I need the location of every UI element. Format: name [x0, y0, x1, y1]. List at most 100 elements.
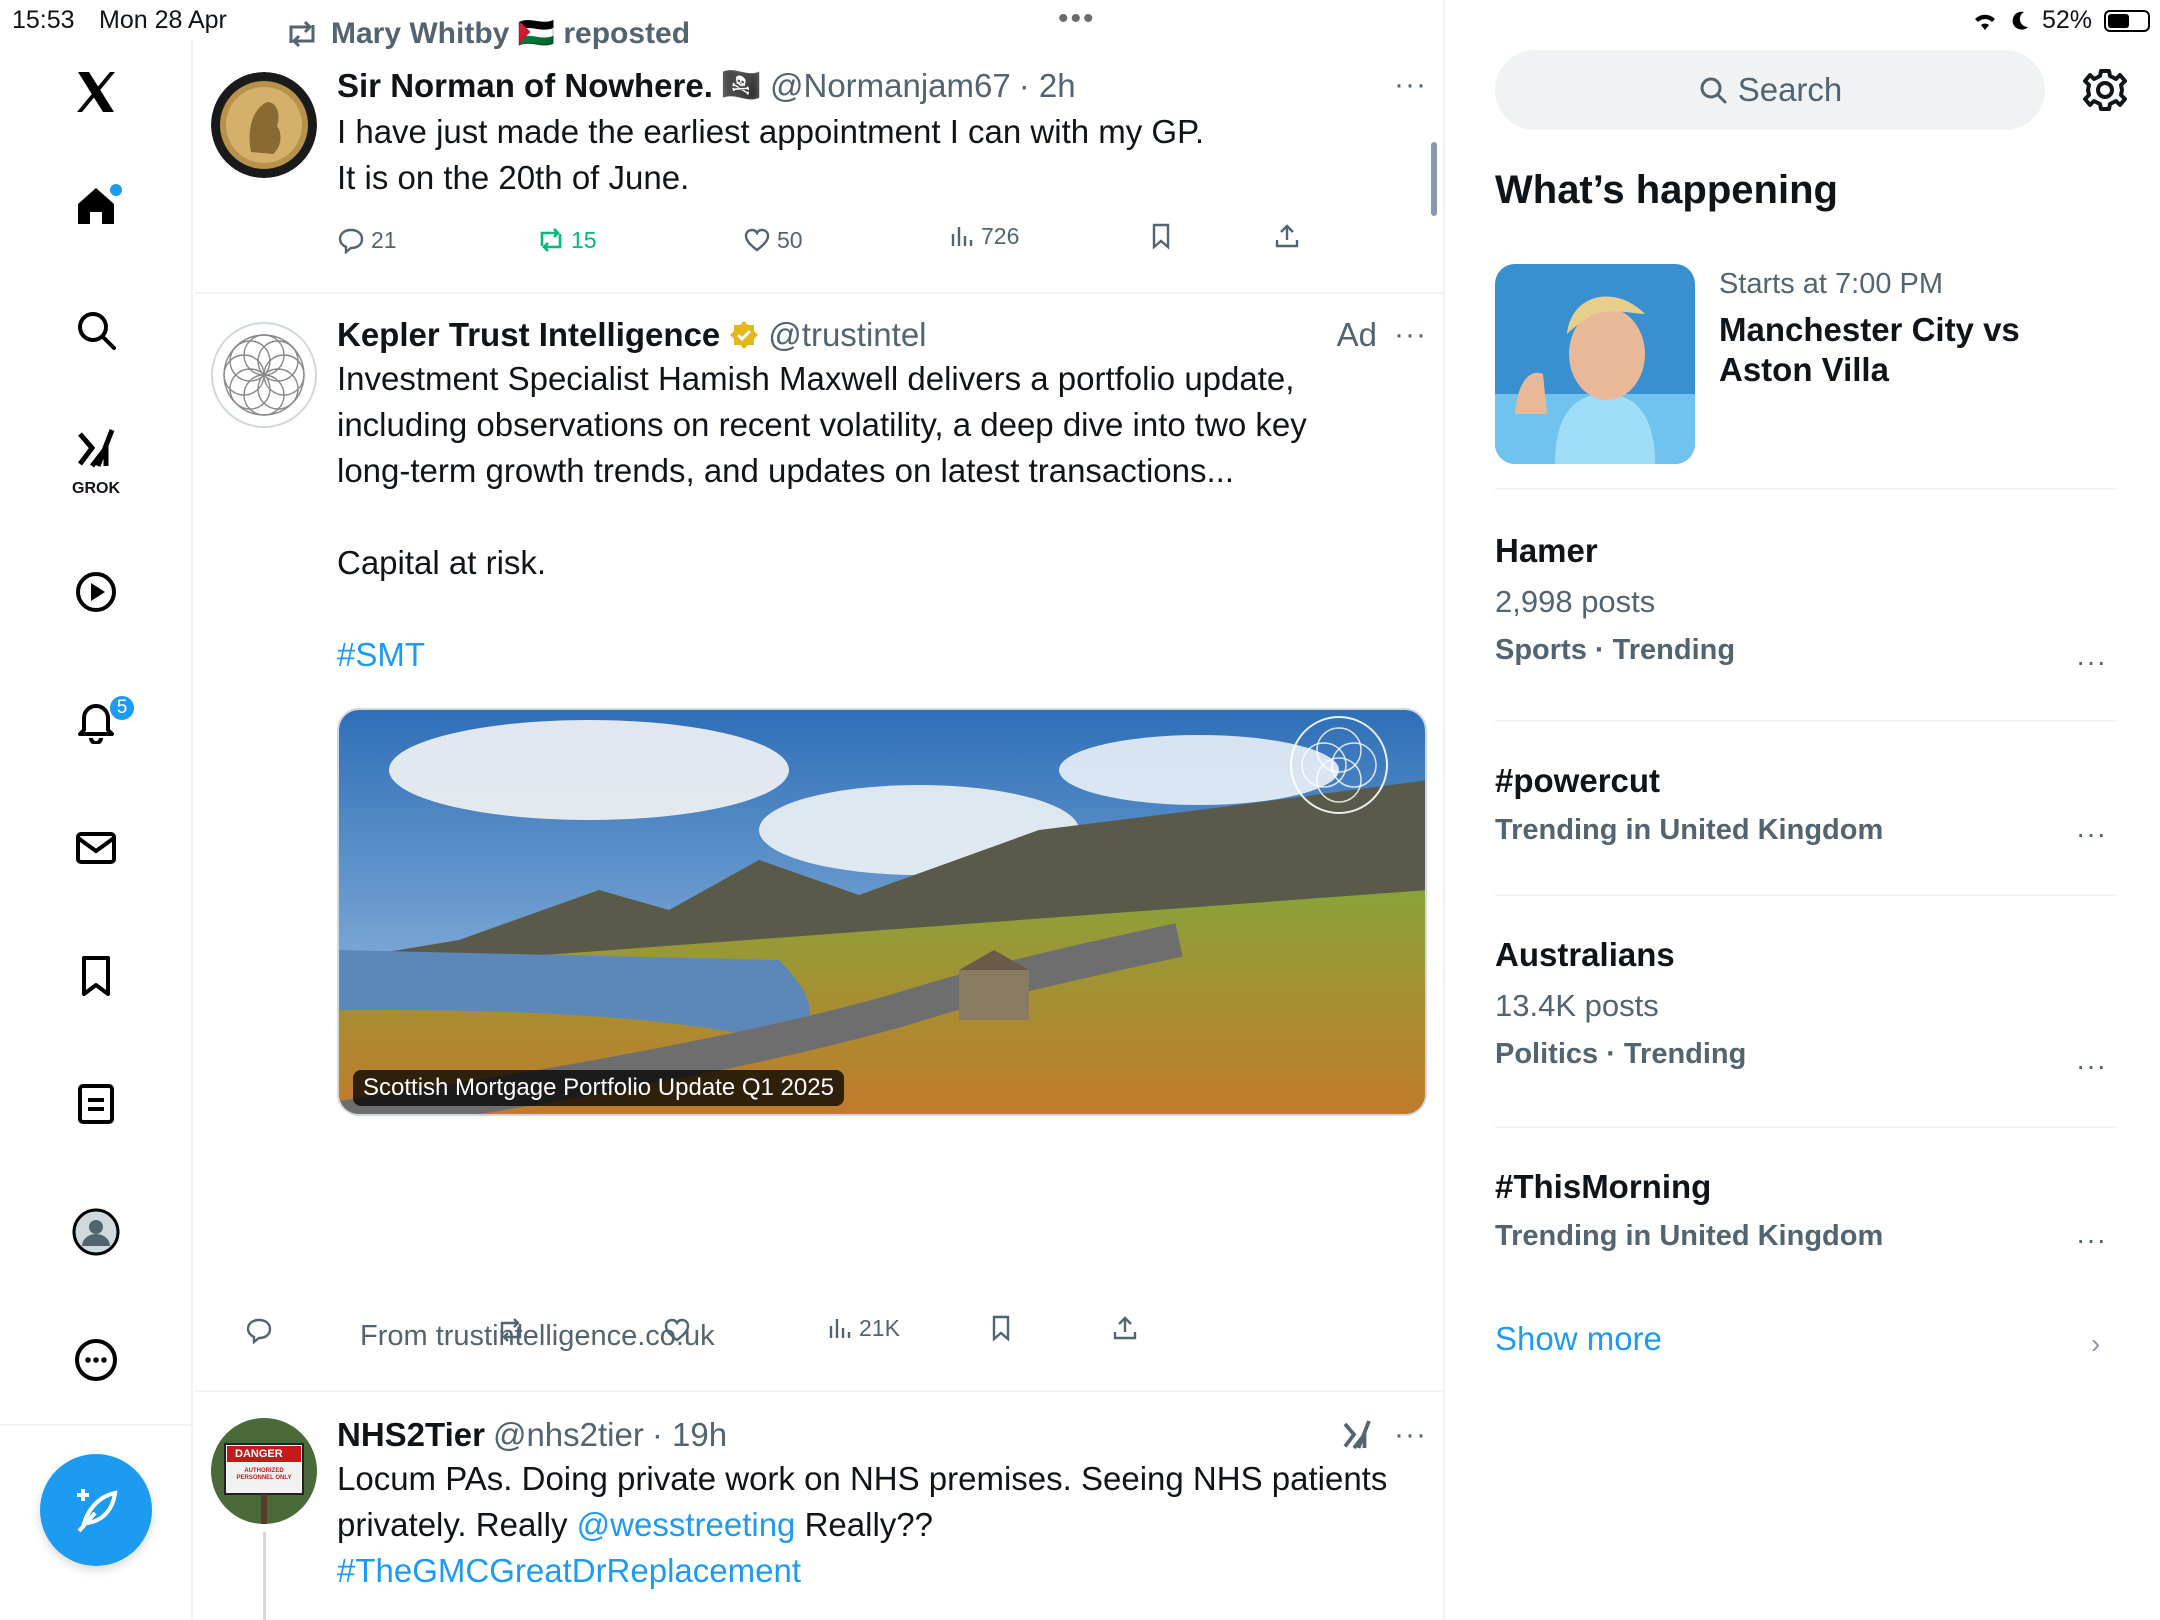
show-more-link[interactable]: Show more — [1495, 1320, 1662, 1358]
share-button[interactable] — [1111, 1314, 1139, 1342]
search-icon — [1700, 77, 1727, 104]
chevron-right-icon[interactable]: › — [2091, 1328, 2100, 1360]
like-button[interactable] — [663, 1316, 691, 1344]
bookmarks-icon[interactable] — [66, 946, 126, 1006]
post-header: Sir Norman of Nowhere. 🏴‍☠️ @Normanjam67… — [337, 66, 1427, 105]
trend-item[interactable]: Hamer 2,998 posts Sports · Trending ··· — [1495, 532, 2117, 677]
post-more-button[interactable]: ··· — [1394, 68, 1427, 102]
sign-title: DANGER — [235, 1448, 283, 1460]
compose-post-button[interactable] — [40, 1454, 152, 1566]
post-text-fragment: privately. Really — [337, 1506, 577, 1543]
post-more-button[interactable]: ··· — [1394, 1418, 1427, 1452]
post-text: Investment Specialist Hamish Maxwell del… — [337, 356, 1427, 678]
home-icon[interactable] — [66, 176, 126, 236]
post-time[interactable]: · 2h — [1019, 67, 1076, 105]
post-time[interactable]: · 19h — [652, 1416, 727, 1454]
sign-text: AUTHORIZED PERSONNEL ONLY — [236, 1468, 292, 1481]
trend-name: Hamer — [1495, 532, 1598, 569]
trend-count: 2,998 posts — [1495, 584, 1656, 619]
event-image — [1495, 264, 1695, 464]
post-actions: 21 15 50 726 — [195, 223, 1443, 266]
trend-item[interactable]: #ThisMorning Trending in United Kingdom … — [1495, 1168, 2117, 1256]
post-text-fragment: Really?? — [795, 1506, 933, 1543]
avatar[interactable] — [211, 322, 317, 428]
messages-icon[interactable] — [66, 818, 126, 878]
divider — [1495, 720, 2117, 722]
bookmark-icon — [1152, 223, 1170, 250]
divider — [1495, 1126, 2117, 1128]
trend-more-button[interactable]: ··· — [2076, 646, 2107, 678]
divider — [1495, 894, 2117, 896]
trend-category: Politics · Trending — [1495, 1038, 1747, 1070]
wifi-icon — [1974, 14, 1995, 30]
trend-count: 13.4K posts — [1495, 988, 1659, 1023]
search-icon[interactable] — [66, 300, 126, 360]
avatar[interactable]: DANGER AUTHORIZED PERSONNEL ONLY — [211, 1418, 317, 1524]
post-text-line: including observations on recent volatil… — [337, 406, 1307, 443]
reply-button[interactable]: 21 — [337, 226, 397, 254]
left-navigation: GROK 5 — [0, 40, 193, 1620]
bookmark-button[interactable] — [1147, 222, 1175, 250]
author-name[interactable]: Sir Norman of Nowhere. — [337, 67, 713, 105]
event-card[interactable]: Starts at 7:00 PM Manchester City vs Ast… — [1495, 264, 2115, 464]
author-name[interactable]: Kepler Trust Intelligence — [337, 316, 720, 354]
search-input[interactable]: Search — [1495, 50, 2045, 130]
mention-link[interactable]: @wesstreeting — [577, 1506, 796, 1543]
repost-icon — [289, 20, 315, 47]
avatar[interactable] — [211, 72, 317, 178]
like-button[interactable]: 50 — [743, 226, 803, 254]
verified-gold-badge-icon — [730, 321, 759, 349]
views-count: 726 — [981, 222, 1020, 249]
media-caption: Scottish Mortgage Portfolio Update Q1 20… — [353, 1070, 844, 1106]
x-logo-icon[interactable] — [66, 62, 126, 122]
trend-item[interactable]: #powercut Trending in United Kingdom ··· — [1495, 762, 2117, 850]
author-handle[interactable]: @nhs2tier — [493, 1416, 644, 1454]
trend-more-button[interactable]: ··· — [2076, 1050, 2107, 1082]
more-options-icon[interactable] — [66, 1330, 126, 1390]
notifications-icon[interactable]: 5 — [66, 690, 136, 750]
section-title: What’s happening — [1495, 168, 1838, 212]
reply-button[interactable] — [245, 1316, 273, 1344]
ad-media-card[interactable]: Scottish Mortgage Portfolio Update Q1 20… — [337, 708, 1427, 1116]
settings-gear-icon[interactable] — [2077, 62, 2133, 118]
author-handle[interactable]: @trustintel — [768, 316, 926, 354]
grok-icon[interactable] — [66, 420, 126, 480]
post-text: Locum PAs. Doing private work on NHS pre… — [337, 1456, 1427, 1594]
trend-more-button[interactable]: ··· — [2076, 818, 2107, 850]
timeline-feed: Mary Whitby 🇵🇸 reposted Sir Norman of No… — [195, 0, 1445, 1620]
grok-icon[interactable] — [1339, 1418, 1375, 1454]
moon-icon — [2012, 11, 2028, 30]
trend-more-button[interactable]: ··· — [2076, 1224, 2107, 1256]
post-text-line: Capital at risk. — [337, 544, 547, 581]
post-header: Kepler Trust Intelligence @trustintel — [337, 316, 1427, 354]
nav-divider — [0, 1424, 193, 1426]
share-button[interactable] — [1273, 222, 1301, 250]
post-more-button[interactable]: ··· — [1394, 318, 1427, 352]
post-kepler-ad[interactable]: Kepler Trust Intelligence @trustintel Ad… — [195, 294, 1443, 1392]
search-placeholder: Search — [1737, 71, 1843, 108]
home-unread-dot — [110, 184, 122, 196]
post-nhs2tier[interactable]: DANGER AUTHORIZED PERSONNEL ONLY NHS2Tie… — [195, 1394, 1443, 1620]
repost-indicator: Mary Whitby 🇵🇸 reposted — [285, 16, 690, 51]
post-header: NHS2Tier @nhs2tier · 19h — [337, 1416, 1427, 1454]
video-icon[interactable] — [66, 562, 126, 622]
repost-count: 15 — [571, 226, 597, 253]
repost-button[interactable]: 15 — [537, 226, 597, 254]
lists-icon[interactable] — [66, 1074, 126, 1134]
scrollbar-thumb[interactable] — [1431, 142, 1437, 216]
profile-icon[interactable] — [66, 1202, 126, 1262]
views-button[interactable]: 726 — [947, 222, 1019, 250]
hashtag-link[interactable]: #TheGMCGreatDrReplacement — [337, 1548, 1427, 1594]
hashtag-link[interactable]: #SMT — [337, 632, 1427, 678]
author-name[interactable]: NHS2Tier — [337, 1416, 485, 1454]
trend-item[interactable]: Australians 13.4K posts Politics · Trend… — [1495, 936, 2117, 1081]
post-norman[interactable]: Mary Whitby 🇵🇸 reposted Sir Norman of No… — [195, 0, 1443, 294]
trend-name: #ThisMorning — [1495, 1168, 1712, 1205]
repost-button[interactable] — [497, 1316, 525, 1344]
views-button[interactable]: 21K — [825, 1314, 900, 1342]
trend-name: Australians — [1495, 936, 1675, 973]
repost-by-text[interactable]: Mary Whitby 🇵🇸 reposted — [331, 16, 690, 51]
bookmark-button[interactable] — [987, 1314, 1015, 1342]
trend-name: #powercut — [1495, 762, 1661, 799]
author-handle[interactable]: @Normanjam67 — [770, 67, 1011, 105]
